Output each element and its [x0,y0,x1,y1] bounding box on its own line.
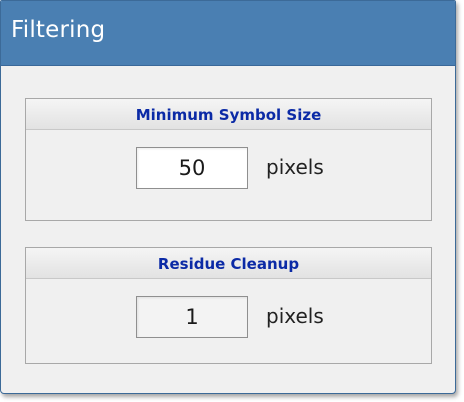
residue-cleanup-input[interactable]: 1 [136,296,248,338]
minimum-symbol-size-input[interactable]: 50 [136,147,248,189]
residue-cleanup-label: Residue Cleanup [157,255,300,273]
minimum-symbol-size-label: Minimum Symbol Size [135,106,322,124]
group-header: Minimum Symbol Size [26,99,431,130]
filtering-panel: Filtering Minimum Symbol Size 50 pixels … [0,0,456,394]
panel-title: Filtering [11,17,106,43]
residue-cleanup-unit: pixels [266,304,324,328]
group-header: Residue Cleanup [26,248,431,279]
residue-cleanup-group: Residue Cleanup 1 pixels [25,247,432,364]
panel-titlebar: Filtering [1,1,455,66]
minimum-symbol-size-group: Minimum Symbol Size 50 pixels [25,98,432,221]
minimum-symbol-size-unit: pixels [266,155,324,179]
